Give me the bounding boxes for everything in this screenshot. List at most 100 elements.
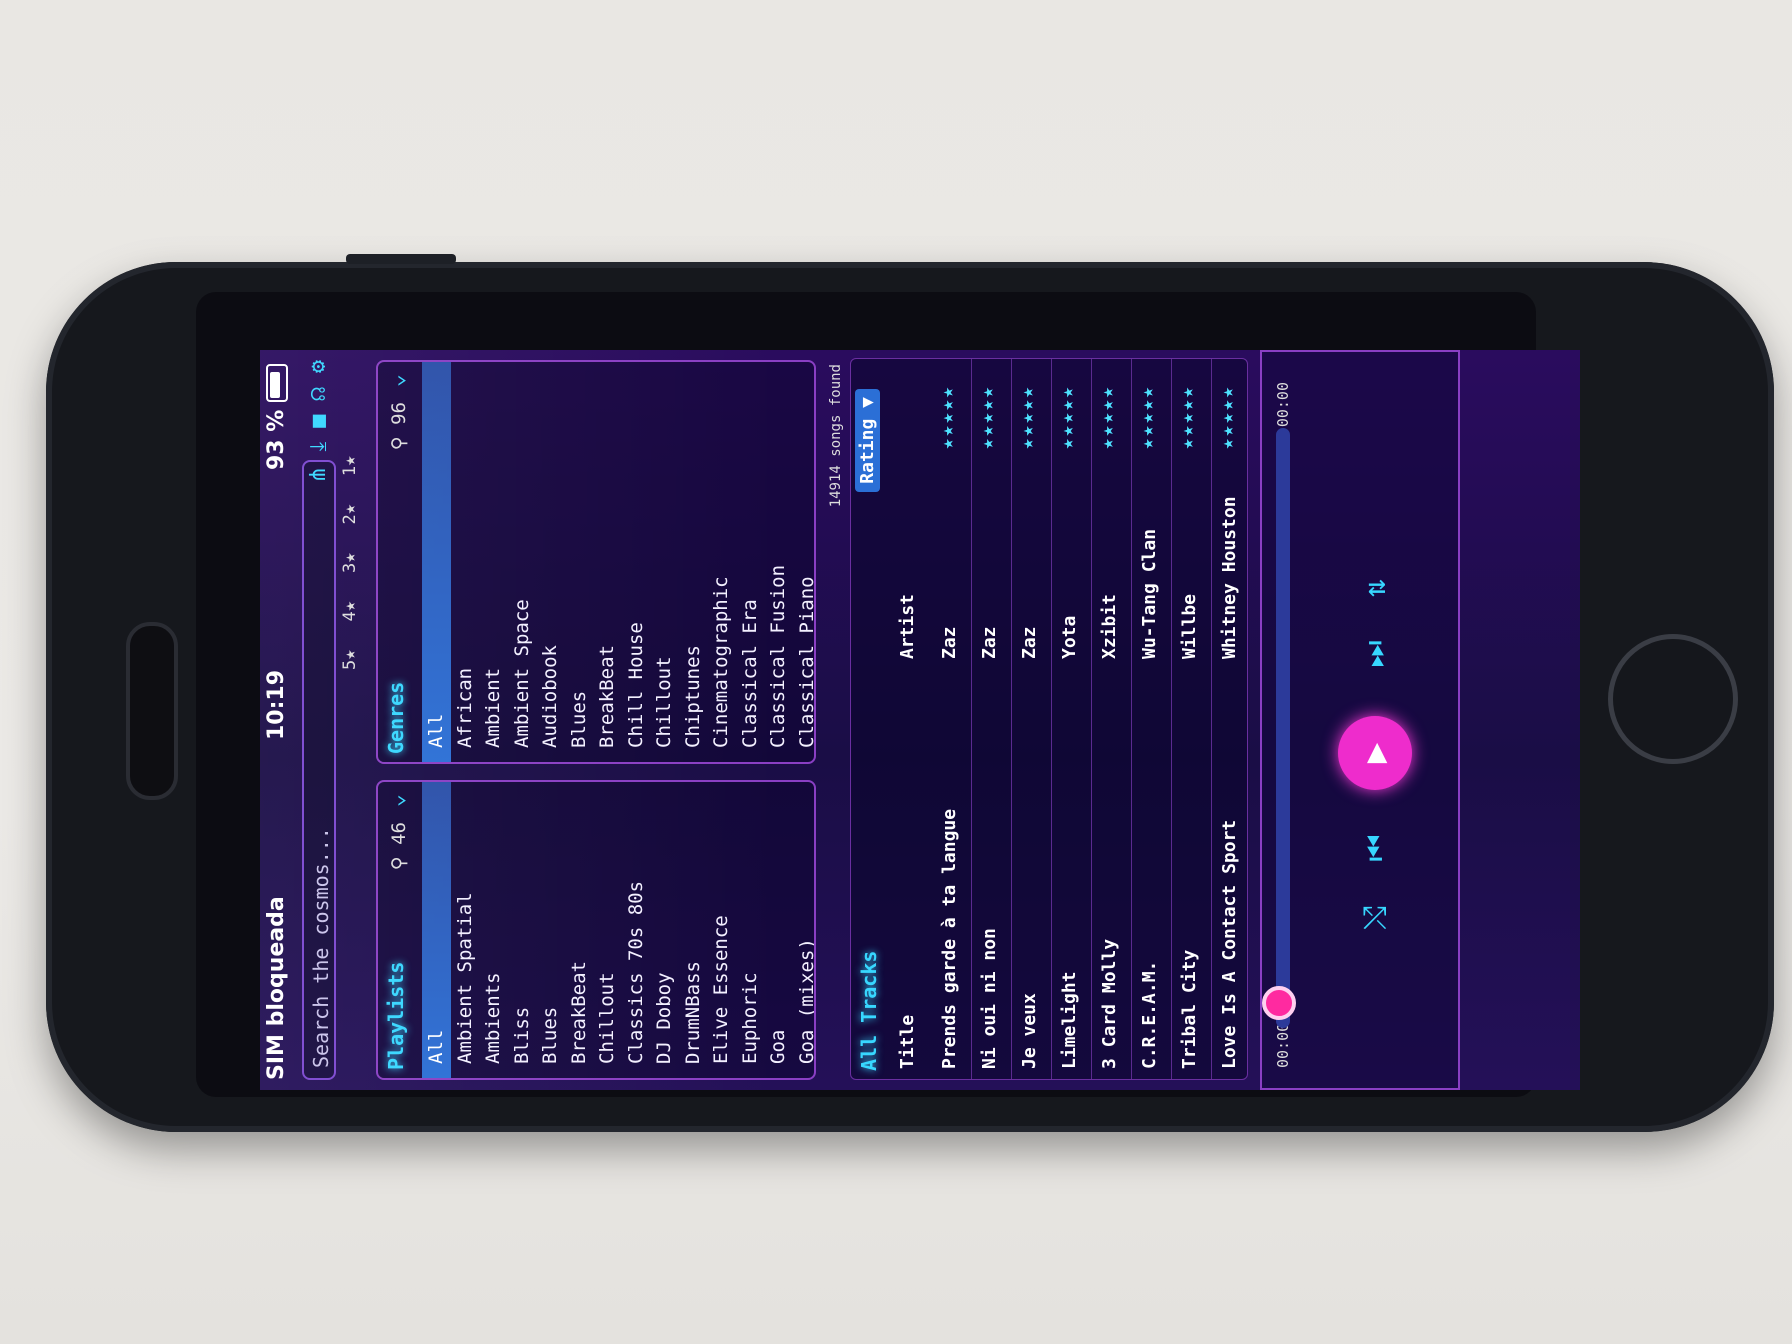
list-item[interactable]: Chill House <box>622 362 651 762</box>
time-current: 00:00 <box>1274 1022 1292 1068</box>
list-item[interactable]: Classics 70s 80s <box>622 782 651 1078</box>
column-title[interactable]: Title <box>897 1015 918 1069</box>
table-row[interactable]: Ni oui ni non Zaz ★★★★★ <box>969 359 1012 1079</box>
track-title: C.R.E.A.M. <box>1139 960 1160 1069</box>
genre-list: All African Ambient Ambient Space Audiobook B… <box>422 362 817 762</box>
rating-1[interactable]: 1★ <box>340 456 360 476</box>
list-item[interactable]: Elive Essence <box>707 782 736 1078</box>
list-item[interactable]: BreakBeat <box>565 782 594 1078</box>
chevron-down-icon[interactable]: ⌄ <box>384 794 409 807</box>
list-item[interactable]: Goa (mixes) <box>793 782 817 1078</box>
player-panel: 00:00 00:00 ⤭ ⏮ ▶ ⏭ ⇅ <box>1260 350 1460 1090</box>
table-row[interactable]: Tribal City Willbe ★★★★★ <box>1169 359 1212 1079</box>
list-item[interactable]: Blues <box>565 362 594 762</box>
rating-4[interactable]: 4★ <box>340 601 360 621</box>
track-title: Ni oui ni non <box>979 928 1000 1069</box>
table-row[interactable]: Je veux Zaz ★★★★★ <box>1009 359 1052 1079</box>
home-button[interactable] <box>1608 634 1738 764</box>
table-row[interactable]: C.R.E.A.M. Wu-Tang Clan ★★★★★ <box>1129 359 1172 1079</box>
app-screen: SIM bloqueada 10:19 93 % Search the cosm… <box>260 350 1580 1090</box>
track-artist: Whitney Houston <box>1219 496 1240 659</box>
search-input[interactable]: Search the cosmos... <box>302 460 336 1080</box>
repeat-icon[interactable]: ⇅ <box>1358 568 1393 608</box>
table-row[interactable]: 3 Card Molly Xzibit ★★★★★ <box>1089 359 1132 1079</box>
stop-icon[interactable]: ■ <box>306 415 336 428</box>
track-rating: ★★★★★ <box>977 385 998 450</box>
list-item[interactable]: Bliss <box>508 782 537 1078</box>
list-item[interactable]: Classical Fusion <box>764 362 793 762</box>
list-item[interactable]: All <box>422 782 451 1078</box>
list-item[interactable]: Ambient <box>479 362 508 762</box>
tracks-table: All Tracks Rating ▼ Title Artist Prends … <box>850 358 1248 1080</box>
list-item[interactable]: African <box>451 362 480 762</box>
rating-2[interactable]: 2★ <box>340 504 360 524</box>
phone-side-button <box>346 254 456 264</box>
play-button[interactable]: ▶ <box>1338 716 1412 790</box>
table-row[interactable]: Prends garde à ta langue Zaz ★★★★★ <box>929 359 972 1079</box>
track-rating: ★★★★★ <box>1217 385 1238 450</box>
rating-sort-button[interactable]: Rating ▼ <box>855 389 880 492</box>
track-artist: Yota <box>1059 615 1080 659</box>
table-row[interactable]: Love Is A Contact Sport Whitney Houston ★★… <box>1209 359 1248 1079</box>
track-title: Love Is A Contact Sport <box>1219 819 1240 1069</box>
track-rating: ★★★★★ <box>1137 385 1158 450</box>
list-item[interactable]: Classical Piano <box>793 362 817 762</box>
toolbar: ⋔ ⤓ ■ ☊ ⚙ <box>306 360 336 484</box>
list-item[interactable]: Goa <box>764 782 793 1078</box>
playlists-panel: Playlists ⚲ 46 ⌄ All Ambient Spatial Ambie… <box>376 780 816 1080</box>
share-icon[interactable]: ⋔ <box>306 465 336 483</box>
list-item[interactable]: Euphoric <box>736 782 765 1078</box>
list-item[interactable]: Audiobook <box>536 362 565 762</box>
status-bar: SIM bloqueada 10:19 93 % <box>260 350 294 1090</box>
seek-handle[interactable] <box>1262 986 1296 1020</box>
list-item[interactable]: Classical Era <box>736 362 765 762</box>
list-item[interactable]: Cinematographic <box>707 362 736 762</box>
list-item[interactable]: BreakBeat <box>593 362 622 762</box>
chevron-down-icon[interactable]: ⌄ <box>384 374 409 387</box>
track-artist: Zaz <box>1019 626 1040 659</box>
track-rating: ★★★★★ <box>1057 385 1078 450</box>
playlists-count: ⚲ 46 <box>388 822 410 871</box>
battery-icon <box>266 364 288 402</box>
list-item[interactable]: Ambients <box>479 782 508 1078</box>
headphones-icon[interactable]: ☊ <box>306 387 336 400</box>
list-item[interactable]: Chillout <box>593 782 622 1078</box>
tab-all-tracks[interactable]: All Tracks <box>857 951 881 1071</box>
list-item[interactable]: All <box>422 362 451 762</box>
list-item[interactable]: Chiptunes <box>679 362 708 762</box>
gear-icon[interactable]: ⚙ <box>306 360 336 373</box>
next-icon[interactable]: ⏭ <box>1358 634 1393 674</box>
track-title: Tribal City <box>1179 949 1200 1069</box>
track-artist: Xzibit <box>1099 593 1120 659</box>
table-row[interactable]: Limelight Yota ★★★★★ <box>1049 359 1092 1079</box>
seek-bar[interactable] <box>1276 428 1290 1028</box>
phone-speaker <box>126 622 178 800</box>
list-item[interactable]: Ambient Spatial <box>451 782 480 1078</box>
download-icon[interactable]: ⤓ <box>306 442 336 452</box>
genres-title: Genres <box>384 681 408 754</box>
clock: 10:19 <box>264 669 289 740</box>
rating-5[interactable]: 5★ <box>340 650 360 670</box>
list-item[interactable]: Chillout <box>650 362 679 762</box>
rating-3[interactable]: 3★ <box>340 553 360 573</box>
list-item[interactable]: Blues <box>536 782 565 1078</box>
shuffle-icon[interactable]: ⤭ <box>1358 898 1393 938</box>
songs-found: 14914 songs found <box>828 364 844 508</box>
list-item[interactable]: Ambient Space <box>508 362 537 762</box>
column-artist[interactable]: Artist <box>897 594 918 659</box>
previous-icon[interactable]: ⏮ <box>1358 828 1393 868</box>
track-artist: Wu-Tang Clan <box>1139 528 1160 659</box>
track-rating: ★★★★★ <box>1177 385 1198 450</box>
carrier-label: SIM bloqueada <box>264 896 289 1080</box>
track-title: Je veux <box>1019 993 1040 1069</box>
track-title: 3 Card Molly <box>1099 938 1120 1069</box>
list-item[interactable]: DJ Doboy <box>650 782 679 1078</box>
track-title: Limelight <box>1059 971 1080 1069</box>
track-artist: Zaz <box>979 626 1000 659</box>
track-rating: ★★★★★ <box>1097 385 1118 450</box>
list-item[interactable]: DrumNBass <box>679 782 708 1078</box>
genres-count: ⚲ 96 <box>388 402 410 451</box>
playlist-list: All Ambient Spatial Ambients Bliss Blues Brea… <box>422 782 817 1078</box>
track-title: Prends garde à ta langue <box>939 808 960 1069</box>
table-header: Title Artist <box>891 359 927 1079</box>
